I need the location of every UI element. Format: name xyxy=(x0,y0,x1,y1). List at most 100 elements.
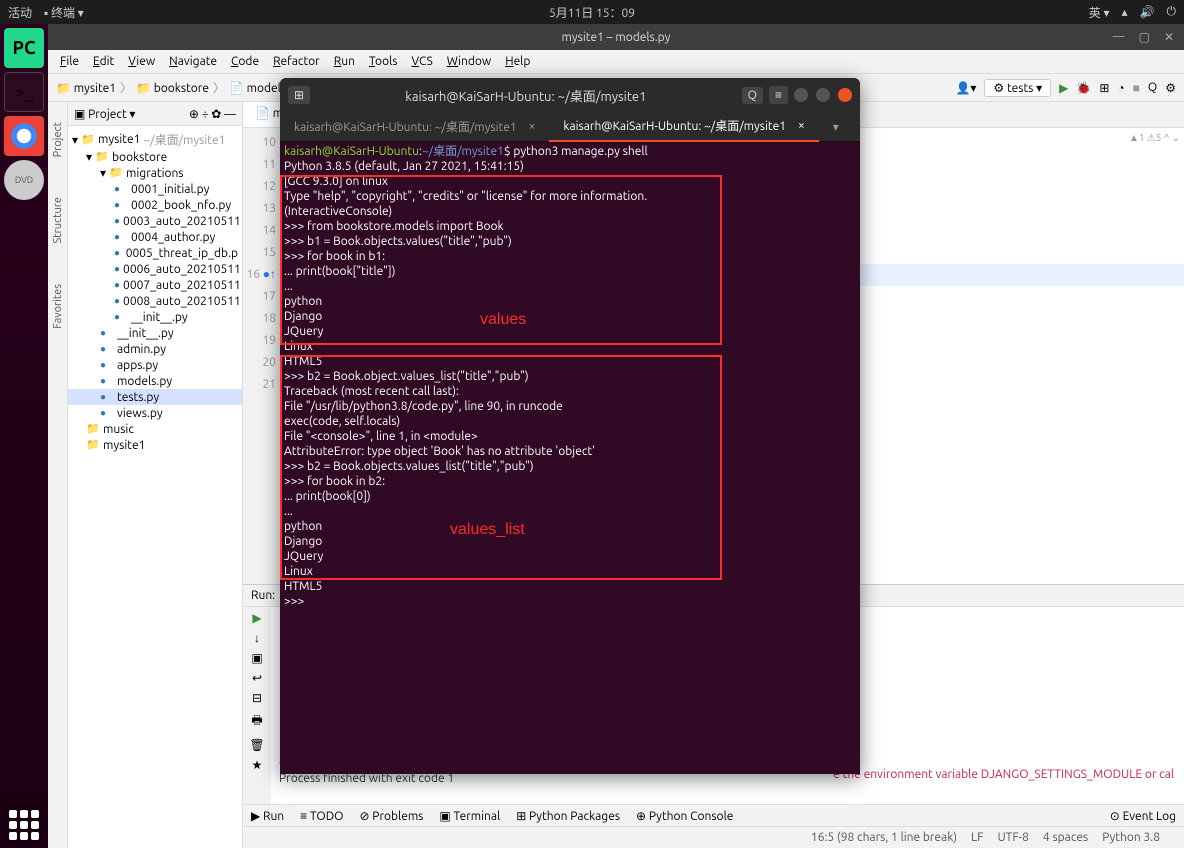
menu-navigate[interactable]: Navigate xyxy=(163,53,223,70)
tree-item[interactable]: apps.py xyxy=(68,357,242,373)
settings-icon[interactable]: ⚙ xyxy=(1165,81,1176,95)
search-button[interactable]: Q xyxy=(742,87,763,104)
menu-code[interactable]: Code xyxy=(225,53,265,70)
tree-item[interactable]: 0007_auto_20210511 xyxy=(68,277,242,293)
statusbar: 16:5 (98 chars, 1 line break) LF UTF-8 4 sp… xyxy=(243,826,1184,848)
menu-view[interactable]: View xyxy=(122,53,161,70)
event-log-button[interactable]: ⊙ Event Log xyxy=(1110,809,1176,823)
tree-item[interactable]: models.py xyxy=(68,373,242,389)
tree-item[interactable]: 0005_threat_ip_db.p xyxy=(68,245,242,261)
tree-item[interactable]: __init__.py xyxy=(68,309,242,325)
os-topbar: 活动 ▪ 终端 ▾ 5月11日 15：09 英 ▾ ▴ 🔊 ⏻ xyxy=(0,0,1184,24)
chrome-icon[interactable] xyxy=(4,116,44,156)
menu-run[interactable]: Run xyxy=(328,53,361,70)
bottom-tab[interactable]: ⊞ Python Packages xyxy=(516,809,620,823)
tree-item[interactable]: admin.py xyxy=(68,341,242,357)
screenshot-button[interactable]: ▣ xyxy=(251,651,262,665)
expand-button[interactable]: ★ xyxy=(252,758,263,772)
breadcrumb-item[interactable]: 📁 bookstore xyxy=(136,81,209,95)
power-icon[interactable]: ⏻ xyxy=(1167,5,1177,19)
tree-item[interactable]: tests.py xyxy=(68,389,242,405)
panel-tools[interactable]: ⊕ ÷ ✿ — xyxy=(189,107,236,121)
bottom-tab[interactable]: ⊕ Python Console xyxy=(636,809,733,823)
terminal-tab[interactable]: kaisarh@KaiSarH-Ubuntu: ~/桌面/mysite1 × xyxy=(549,111,818,142)
dock: PC >_ DVD xyxy=(0,24,48,848)
print-button[interactable]: 🖶 xyxy=(251,711,262,732)
menu-file[interactable]: File xyxy=(54,53,85,70)
tree-item[interactable]: ▾ mysite1 ~/桌面/mysite1 xyxy=(68,130,242,149)
debug-button[interactable]: 🐞 xyxy=(1076,81,1091,95)
bottom-tab[interactable]: ≡ TODO xyxy=(300,809,343,823)
tree-item[interactable]: 0006_auto_20210511 xyxy=(68,261,242,277)
tree-item[interactable]: ▾ bookstore xyxy=(68,149,242,165)
stop-run-button[interactable]: ↓ xyxy=(254,631,260,645)
menu-vcs[interactable]: VCS xyxy=(405,53,438,70)
stop-button[interactable]: ■ xyxy=(1133,81,1140,95)
menu-window[interactable]: Window xyxy=(441,53,497,70)
terminal-tabs: kaisarh@KaiSarH-Ubuntu: ~/桌面/mysite1 ×ka… xyxy=(280,112,860,142)
minimize-icon[interactable] xyxy=(794,88,808,102)
tree-item[interactable]: 0003_auto_20210511 xyxy=(68,213,242,229)
bottom-tab[interactable]: ▣ Terminal xyxy=(439,809,500,823)
user-icon[interactable]: 👤▾ xyxy=(955,81,976,95)
close-icon[interactable] xyxy=(838,88,852,102)
run-label: Run: xyxy=(251,589,275,602)
soft-wrap-button[interactable]: ↩ xyxy=(252,671,262,685)
status-item[interactable]: 4 spaces xyxy=(1043,831,1088,844)
status-item[interactable]: Python 3.8 xyxy=(1102,831,1160,844)
scroll-button[interactable]: ⊟ xyxy=(252,691,262,705)
terminal-tab[interactable]: kaisarh@KaiSarH-Ubuntu: ~/桌面/mysite1 × xyxy=(280,112,549,141)
bottom-tab[interactable]: ▶ Run xyxy=(251,809,284,823)
breadcrumb-item[interactable]: 📁 mysite1 xyxy=(56,81,116,95)
menu-button[interactable]: ≡ xyxy=(769,86,788,104)
favorites-tab[interactable]: Favorites xyxy=(52,284,64,329)
tree-item[interactable]: 0008_auto_20210511 xyxy=(68,293,242,309)
delete-button[interactable]: 🗑 xyxy=(249,738,264,752)
rerun-button[interactable]: ▶ xyxy=(252,611,261,625)
tree-item[interactable]: views.py xyxy=(68,405,242,421)
tree-item[interactable]: music xyxy=(68,421,242,437)
status-item[interactable]: 16:5 (98 chars, 1 line break) xyxy=(811,831,957,844)
status-item[interactable]: UTF-8 xyxy=(997,831,1028,844)
dvd-icon[interactable]: DVD xyxy=(4,160,44,200)
inspection-summary[interactable]: ▲1 ⚠5 ^ ⌄ xyxy=(1129,132,1180,144)
tree-item[interactable]: 0001_initial.py xyxy=(68,181,242,197)
new-tab-button[interactable]: ⊞ xyxy=(288,86,310,104)
tree-item[interactable]: ▾ migrations xyxy=(68,165,242,181)
run-button[interactable]: ▶ xyxy=(1059,81,1068,95)
terminal-icon[interactable]: >_ xyxy=(4,72,44,112)
bottom-tab[interactable]: ⊘ Problems xyxy=(360,809,424,823)
pycharm-icon[interactable]: PC xyxy=(4,28,44,68)
clock[interactable]: 5月11日 15：09 xyxy=(549,4,635,21)
menu-edit[interactable]: Edit xyxy=(87,53,120,70)
menu-tools[interactable]: Tools xyxy=(363,53,404,70)
search-icon[interactable]: Q xyxy=(1148,81,1157,94)
terminal-body[interactable]: kaisarh@KaiSarH-Ubuntu:~/桌面/mysite1$ pyt… xyxy=(280,142,860,774)
tree-item[interactable]: 0002_book_nfo.py xyxy=(68,197,242,213)
network-icon[interactable]: ▴ xyxy=(1122,5,1128,19)
project-tab[interactable]: Project xyxy=(52,122,64,157)
apps-grid-icon[interactable] xyxy=(9,810,39,840)
profile-button[interactable]: ◔ xyxy=(1117,81,1124,95)
coverage-button[interactable]: ⊞ xyxy=(1099,81,1109,95)
menu-refactor[interactable]: Refactor xyxy=(267,53,326,70)
close-button[interactable]: ✕ xyxy=(1164,30,1174,44)
status-item[interactable]: LF xyxy=(971,831,983,844)
maximize-icon[interactable] xyxy=(816,88,830,102)
maximize-button[interactable]: ▢ xyxy=(1139,30,1150,44)
tree-item[interactable]: __init__.py xyxy=(68,325,242,341)
activities-button[interactable]: 活动 xyxy=(8,4,32,21)
app-indicator[interactable]: ▪ 终端 ▾ xyxy=(44,4,84,21)
annotation-label: values xyxy=(480,312,526,327)
structure-tab[interactable]: Structure xyxy=(52,197,64,244)
ime-indicator[interactable]: 英 ▾ xyxy=(1089,4,1110,21)
volume-icon[interactable]: 🔊 xyxy=(1140,5,1155,19)
tree-item[interactable]: 0004_author.py xyxy=(68,229,242,245)
tab-overflow[interactable]: ▾ xyxy=(819,114,853,140)
run-config-selector[interactable]: ⚙ tests ▾ xyxy=(984,79,1051,97)
minimize-button[interactable]: — xyxy=(1113,30,1125,44)
project-label: ▣ Project ▾ xyxy=(74,107,135,121)
project-tree[interactable]: ▾ mysite1 ~/桌面/mysite1▾ bookstore▾ migra… xyxy=(68,126,242,848)
menu-help[interactable]: Help xyxy=(499,53,536,70)
tree-item[interactable]: mysite1 xyxy=(68,437,242,453)
